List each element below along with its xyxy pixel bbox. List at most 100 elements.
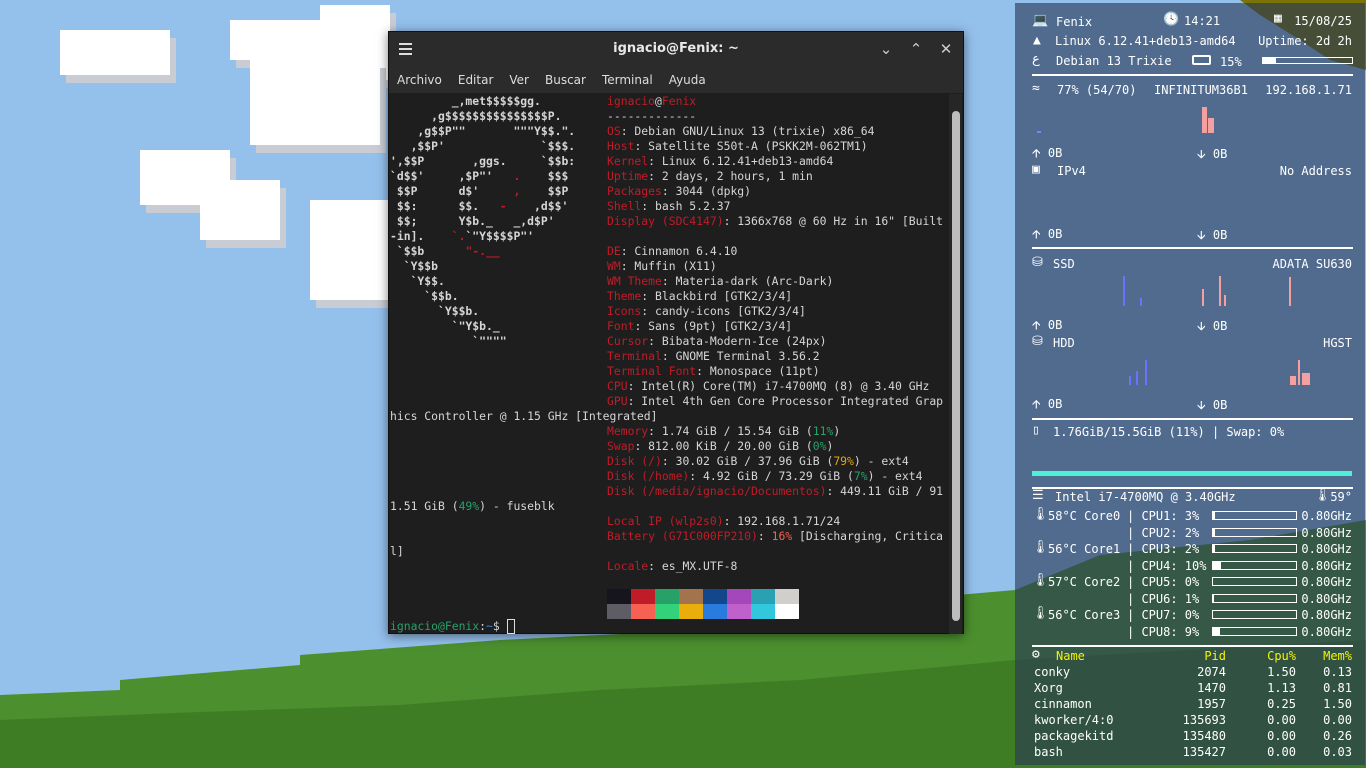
menu-ayuda[interactable]: Ayuda [669, 73, 706, 87]
info-segment: : 812.00 KiB / 20.00 GiB ( [634, 439, 813, 453]
menu-editar[interactable]: Editar [458, 73, 494, 87]
info-segment: Locale [607, 559, 649, 573]
info-segment: : Debian GNU/Linux 13 (trixie) x86_64 [620, 124, 875, 138]
time: 14:21 [1184, 14, 1221, 28]
art-segment: `Y$$. [390, 274, 445, 288]
eth-download-value: 0B [1212, 228, 1228, 242]
gears-icon: ⚙ [1032, 647, 1040, 662]
art-segment: - [499, 199, 507, 213]
color-swatch [751, 604, 775, 619]
info-line: ignacio@Fenix [607, 94, 696, 109]
terminal-window[interactable]: ignacio@Fenix: ~ ⌄ ⌃ ✕ Archivo Editar Ve… [388, 31, 964, 634]
hdd-read-graph [1302, 373, 1310, 385]
info-line: CPU: Intel(R) Core(TM) i7-4700MQ (8) @ 3… [607, 379, 929, 394]
cpu-label: | CPU2: 2% [1127, 525, 1200, 540]
color-swatch [703, 589, 727, 604]
scrollbar[interactable] [949, 94, 962, 634]
info-line: Memory: 1.74 GiB / 15.54 GiB (11%) [607, 424, 840, 439]
distro: Debian 13 Trixie [1056, 54, 1172, 68]
cpu-usage-bar [1212, 593, 1297, 603]
process-cpu: 0.00 [1267, 713, 1296, 727]
ssd-label: SSD [1053, 257, 1075, 271]
title-bar[interactable]: ignacio@Fenix: ~ ⌄ ⌃ ✕ [389, 32, 963, 67]
terminal-line: l] [390, 544, 950, 559]
color-swatch [751, 589, 775, 604]
color-swatch [607, 604, 631, 619]
close-button[interactable]: ✕ [935, 38, 957, 60]
cpu-label: | CPU7: 0% [1127, 608, 1200, 622]
process-mem: 1.50 [1323, 697, 1352, 711]
core-temp: 58°C Core0 [1048, 509, 1121, 523]
ssd-read-graph [1224, 295, 1226, 306]
ascii-art-line: $$; Y$b._ _,d$P' [390, 214, 555, 229]
terminal-line: Terminal: GNOME Terminal 3.56.2 [390, 349, 950, 364]
color-swatch [655, 604, 679, 619]
terminal-line: `Y$$b. Icons: candy-icons [GTK2/3/4] [390, 304, 950, 319]
process-pid: 2074 [1197, 665, 1226, 679]
menu-archivo[interactable]: Archivo [397, 73, 442, 87]
ascii-art-line: `Y$$b. [390, 304, 479, 319]
battery-bar [1262, 57, 1353, 64]
info-line: GPU: Intel 4th Gen Core Processor Integr… [607, 394, 943, 409]
thermometer-icon: 🌡 [1032, 507, 1049, 522]
eth-label: IPv4 [1057, 164, 1086, 178]
info-segment: : Cinnamon 6.4.10 [620, 244, 738, 258]
debian-icon: ع [1032, 52, 1040, 67]
info-segment: Terminal [607, 349, 662, 363]
info-segment: : 4.92 GiB / 73.29 GiB ( [689, 469, 854, 483]
terminal-line: _,met$$$$$gg. ignacio@Fenix [390, 94, 950, 109]
ascii-art-line: ,g$$P"" """Y$$.". [390, 124, 575, 139]
terminal-line: Memory: 1.74 GiB / 15.54 GiB (11%) [390, 424, 950, 439]
scrollbar-thumb[interactable] [952, 111, 960, 621]
cpu-usage-bar [1212, 610, 1297, 619]
menu-terminal[interactable]: Terminal [602, 73, 653, 87]
process-cpu: 0.25 [1267, 697, 1296, 711]
cpu-freq: 0.80GHz [1301, 575, 1352, 589]
prompt-sep: : [479, 619, 487, 633]
divider [1032, 645, 1353, 647]
ssd-read-graph [1289, 277, 1291, 306]
cloud [60, 30, 170, 75]
info-segment: : Monospace (11pt) [696, 364, 820, 378]
col-cpu: Cpu% [1267, 649, 1296, 663]
art-segment: `"Y$b._ [390, 319, 500, 333]
art-segment: ,$$P' `$$$. [390, 139, 576, 153]
thermometer-icon: 🌡 [1314, 488, 1331, 503]
process-mem: 0.13 [1323, 665, 1352, 679]
art-segment: `$$b. [390, 289, 459, 303]
terminal-output[interactable]: _,met$$$$$gg. ignacio@Fenix ,g$$$$$$$$$$$… [390, 94, 950, 634]
laptop-icon: 💻 [1032, 13, 1049, 28]
terminal-line: Disk (/media/ignacio/Documentos): 449.11… [390, 484, 950, 499]
ssd-read-graph [1202, 289, 1204, 306]
menu-buscar[interactable]: Buscar [545, 73, 586, 87]
info-segment: 1.51 GiB ( [390, 499, 459, 513]
minimize-button[interactable]: ⌄ [875, 38, 897, 60]
thermometer-icon: 🌡 [1032, 606, 1049, 621]
terminal-line: ,g$$$$$$$$$$$$$$$P. ------------- [390, 109, 950, 124]
menu-ver[interactable]: Ver [509, 73, 529, 87]
art-segment: `$$b [390, 244, 466, 258]
info-line: Display (SDC4147): 1366x768 @ 60 Hz in 1… [607, 214, 943, 229]
process-mem: 0.00 [1323, 713, 1352, 727]
cpu-usage-bar [1212, 577, 1297, 586]
cpu-label: | CPU5: 0% [1127, 575, 1200, 589]
info-segment: ignacio [607, 94, 656, 108]
terminal-line: hics Controller @ 1.15 GHz [Integrated] [390, 409, 950, 424]
conky-panel: 💻 Fenix 🕓 14:21 ▦ 15/08/25 ▲ Linux 6.12.… [1015, 3, 1365, 765]
ascii-art-line: `$$b "-.__ [390, 244, 500, 259]
info-segment: : Materia-dark (Arc-Dark) [661, 274, 834, 288]
info-segment: Battery (G71C000FP210) [607, 529, 758, 543]
wifi-ssid: INFINITUM36B1 [1154, 83, 1248, 97]
info-segment: : bash 5.2.37 [641, 199, 731, 213]
info-segment: : [757, 529, 772, 543]
ssd-model: ADATA SU630 [1272, 257, 1352, 271]
ascii-art-line: `Y$$b [390, 259, 438, 274]
hdd-write-graph [1136, 371, 1138, 385]
cpu-label: | CPU3: 2% [1127, 542, 1200, 556]
memory-chip-icon: ▯ [1032, 423, 1040, 438]
info-segment: Display (SDC4147) [607, 214, 724, 228]
hostname: Fenix [1056, 15, 1093, 29]
ssd-upload-value: 0B [1047, 318, 1063, 332]
maximize-button[interactable]: ⌃ [905, 38, 927, 60]
process-name: conky [1034, 665, 1071, 679]
